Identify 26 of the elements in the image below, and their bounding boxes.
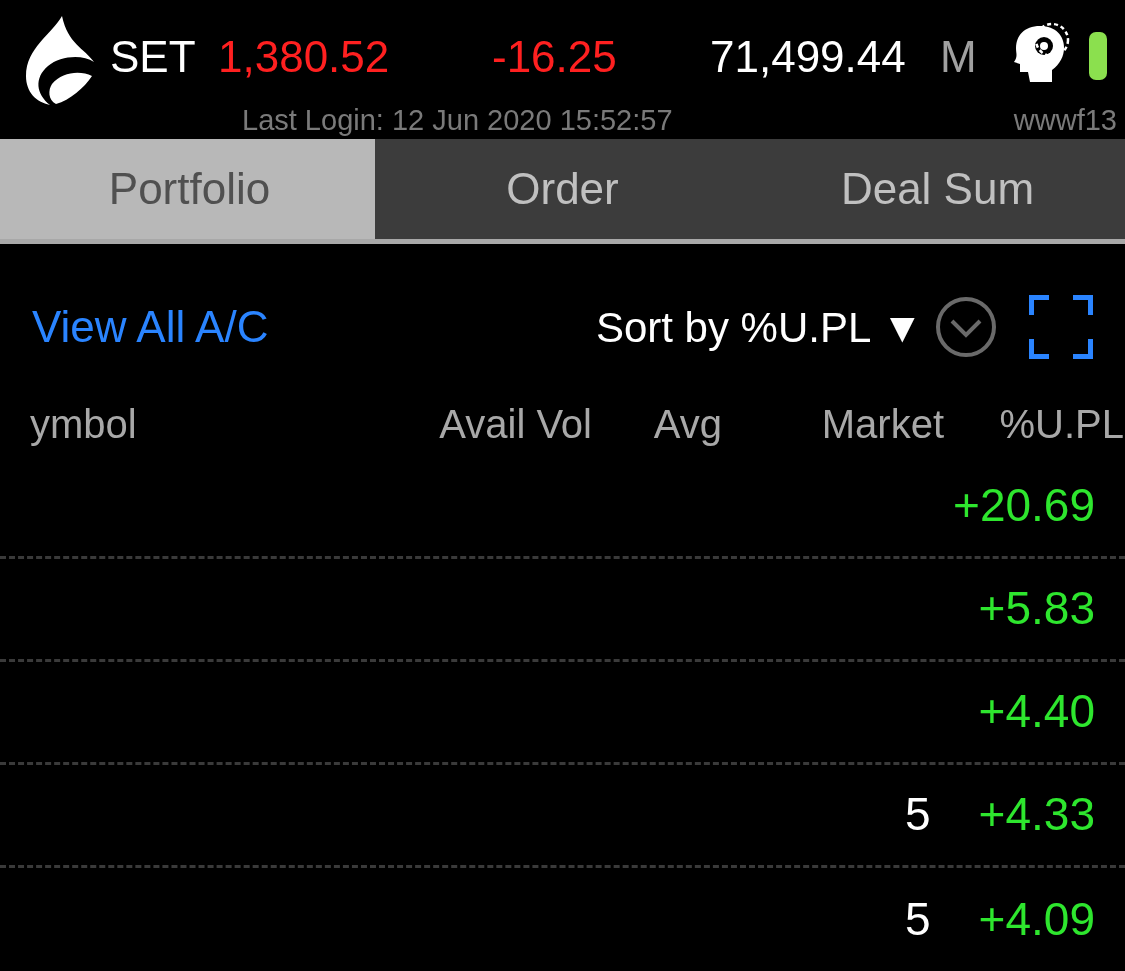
column-header: Avail Vol: [438, 400, 592, 448]
column-header: Market: [820, 400, 944, 448]
table-cell-text: +4.33: [978, 787, 1095, 843]
user-id: wwwf13: [1013, 103, 1117, 138]
index-value: 1,380.52: [218, 31, 390, 83]
last-login-text: Last Login: 12 Jun 2020 15:52:57: [242, 103, 673, 138]
chevron-down-circle-icon[interactable]: [935, 296, 997, 359]
column-header: ymbol: [30, 400, 138, 448]
table-cell-text: +4.40: [978, 684, 1095, 740]
index-change: -16.25: [492, 31, 617, 83]
fullscreen-icon[interactable]: [1029, 295, 1093, 360]
tab[interactable]: Portfolio: [0, 139, 375, 239]
head-gear-icon[interactable]: [1012, 22, 1070, 84]
index-name: SET: [110, 31, 196, 83]
value-unit: M: [940, 31, 977, 83]
table-cell-text: +5.83: [978, 581, 1095, 637]
sort-dropdown[interactable]: Sort by %U.PL ▼: [595, 295, 923, 359]
battery-icon: [1089, 32, 1107, 80]
table-cell-text: +20.69: [953, 478, 1095, 534]
column-header: Avg: [652, 400, 722, 448]
view-all-link[interactable]: View All A/C: [32, 294, 269, 361]
table-cell-text: +4.09: [978, 892, 1095, 947]
column-header: %U.PL: [998, 400, 1124, 448]
table-cell-text: 5: [905, 787, 931, 843]
table-cell-text: 5: [905, 892, 931, 947]
market-value: 71,499.44: [710, 31, 906, 83]
